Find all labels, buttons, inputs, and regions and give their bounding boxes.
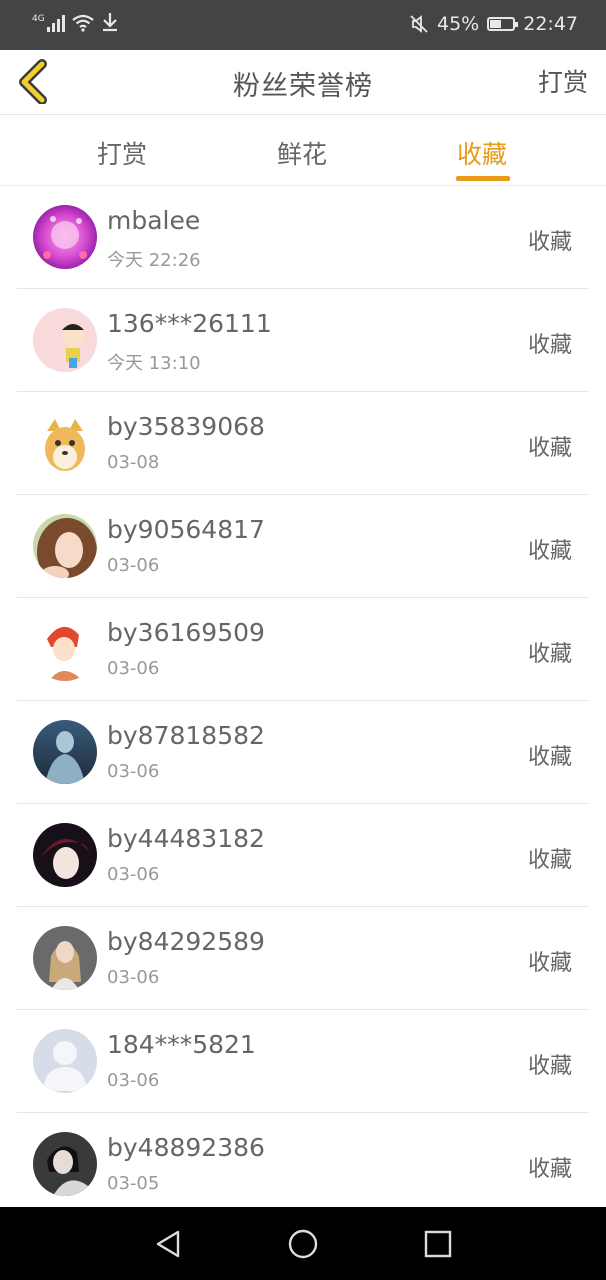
status-right: 45% 22:47 <box>409 13 578 35</box>
tab-flowers[interactable]: 鲜花 <box>277 135 327 171</box>
clock: 22:47 <box>523 13 578 35</box>
list-item[interactable]: by87818582 03-06 收藏 <box>17 701 589 804</box>
fan-list: mbalee 今天 22:26 收藏 136***26111 今天 13:10 … <box>0 186 606 1216</box>
tab-reward[interactable]: 打赏 <box>97 135 147 171</box>
user-name: by44483182 <box>107 824 265 853</box>
user-name: by36169509 <box>107 618 265 647</box>
avatar <box>33 1029 97 1093</box>
user-name: by35839068 <box>107 412 265 441</box>
user-time: 03-06 <box>107 658 160 679</box>
avatar <box>33 308 97 372</box>
avatar <box>33 205 97 269</box>
user-name: by48892386 <box>107 1133 265 1162</box>
tab-bar: 打赏 鲜花 收藏 <box>0 115 606 186</box>
user-name: 184***5821 <box>107 1030 256 1059</box>
user-time: 03-05 <box>107 1173 160 1194</box>
action-label: 收藏 <box>527 1054 572 1079</box>
system-nav-bar <box>0 1207 606 1280</box>
battery-icon <box>487 17 519 31</box>
user-name: by84292589 <box>107 927 265 956</box>
user-name: by90564817 <box>107 515 265 544</box>
user-name: mbalee <box>107 206 201 235</box>
network-type: 4G <box>32 14 45 24</box>
list-item[interactable]: by44483182 03-06 收藏 <box>17 804 589 907</box>
avatar <box>33 1132 97 1196</box>
action-label: 收藏 <box>527 230 572 255</box>
user-time: 03-06 <box>107 967 160 988</box>
user-time: 03-08 <box>107 452 160 473</box>
user-time: 03-06 <box>107 864 160 885</box>
back-triangle-icon[interactable] <box>152 1228 184 1260</box>
action-label: 收藏 <box>527 436 572 461</box>
list-item[interactable]: by90564817 03-06 收藏 <box>17 495 589 598</box>
status-left: 4G <box>32 12 119 32</box>
tab-favorites[interactable]: 收藏 <box>457 135 507 171</box>
signal-icon <box>46 14 65 32</box>
action-label: 收藏 <box>527 951 572 976</box>
avatar <box>33 926 97 990</box>
download-icon <box>102 13 117 32</box>
reward-button[interactable]: 打赏 <box>538 63 588 99</box>
app-header: 粉丝荣誉榜 打赏 <box>0 50 606 115</box>
active-tab-indicator <box>456 176 510 181</box>
list-item[interactable]: by35839068 03-08 收藏 <box>17 392 589 495</box>
action-label: 收藏 <box>527 333 572 358</box>
battery-percent: 45% <box>437 13 480 35</box>
user-time: 03-06 <box>107 761 160 782</box>
action-label: 收藏 <box>527 1157 572 1182</box>
list-item[interactable]: by36169509 03-06 收藏 <box>17 598 589 701</box>
avatar <box>33 720 97 784</box>
user-time: 03-06 <box>107 1070 160 1091</box>
avatar <box>33 823 97 887</box>
wifi-icon <box>72 14 94 32</box>
list-item[interactable]: mbalee 今天 22:26 收藏 <box>17 186 589 289</box>
action-label: 收藏 <box>527 745 572 770</box>
user-time: 03-06 <box>107 555 160 576</box>
user-time: 今天 13:10 <box>107 353 201 374</box>
home-circle-icon[interactable] <box>287 1228 319 1260</box>
list-item[interactable]: by48892386 03-05 收藏 <box>17 1113 589 1216</box>
list-item[interactable]: 184***5821 03-06 收藏 <box>17 1010 589 1113</box>
user-name: 136***26111 <box>107 309 272 338</box>
action-label: 收藏 <box>527 642 572 667</box>
user-name: by87818582 <box>107 721 265 750</box>
list-item[interactable]: by84292589 03-06 收藏 <box>17 907 589 1010</box>
user-time: 今天 22:26 <box>107 250 201 271</box>
avatar <box>33 514 97 578</box>
avatar <box>33 411 97 475</box>
list-item[interactable]: 136***26111 今天 13:10 收藏 <box>17 289 589 392</box>
page-title: 粉丝荣誉榜 <box>233 71 373 102</box>
recents-square-icon[interactable] <box>422 1228 454 1260</box>
avatar <box>33 617 97 681</box>
action-label: 收藏 <box>527 848 572 873</box>
mute-icon <box>410 15 428 33</box>
status-bar: 4G 45% 22:47 <box>0 0 606 50</box>
action-label: 收藏 <box>527 539 572 564</box>
